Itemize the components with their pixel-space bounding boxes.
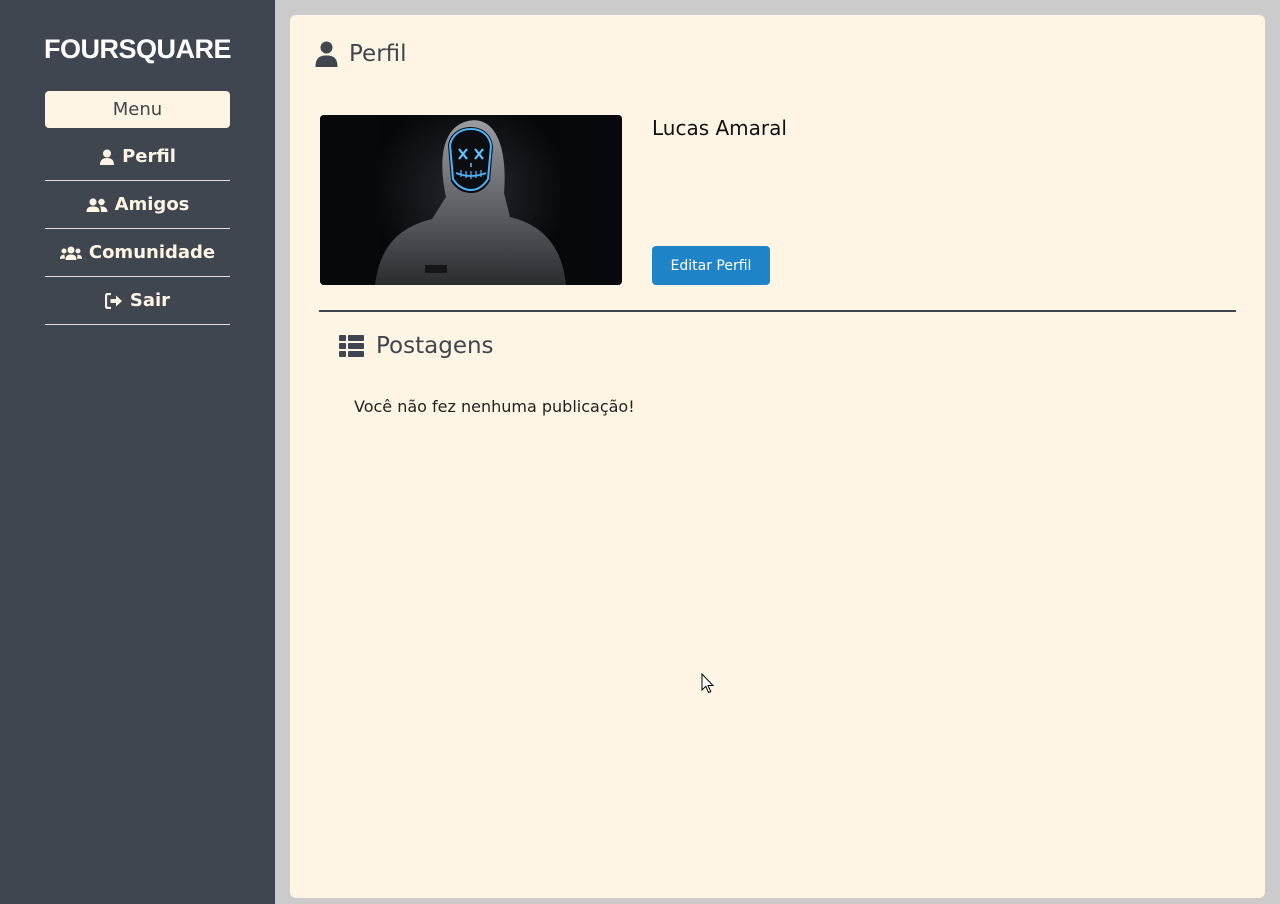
main-content: Perfil Lucas Amaral Editar Perfil Postag… bbox=[290, 15, 1265, 898]
sign-out-icon bbox=[104, 292, 123, 309]
empty-posts-message: Você não fez nenhuma publicação! bbox=[354, 397, 635, 416]
menu-header: Menu bbox=[45, 91, 230, 128]
sidebar-item-amigos[interactable]: Amigos bbox=[45, 181, 230, 229]
sidebar-item-label: Sair bbox=[129, 290, 171, 311]
divider bbox=[319, 310, 1236, 312]
sidebar-item-perfil[interactable]: Perfil bbox=[45, 133, 230, 181]
page-title-text: Perfil bbox=[349, 41, 407, 67]
user-icon bbox=[99, 149, 115, 165]
logo[interactable]: FOURSQUARE bbox=[0, 34, 275, 65]
sidebar-item-comunidade[interactable]: Comunidade bbox=[45, 229, 230, 277]
sidebar-item-sair[interactable]: Sair bbox=[45, 277, 230, 325]
sidebar-item-label: Perfil bbox=[122, 146, 176, 167]
posts-title-text: Postagens bbox=[376, 333, 494, 359]
sidebar: FOURSQUARE Menu Perfil Amigos Comunidade… bbox=[0, 0, 275, 904]
sidebar-item-label: Comunidade bbox=[88, 242, 216, 263]
profile-photo bbox=[320, 115, 622, 285]
mouse-cursor-icon bbox=[701, 672, 715, 698]
user-name: Lucas Amaral bbox=[652, 116, 787, 140]
sidebar-item-label: Amigos bbox=[114, 194, 190, 215]
user-friends-icon bbox=[86, 197, 108, 213]
list-icon bbox=[339, 335, 364, 357]
edit-profile-button[interactable]: Editar Perfil bbox=[652, 246, 770, 285]
page-title: Perfil bbox=[315, 41, 407, 67]
posts-title: Postagens bbox=[339, 333, 494, 359]
users-icon bbox=[59, 245, 82, 261]
user-icon bbox=[315, 41, 338, 67]
